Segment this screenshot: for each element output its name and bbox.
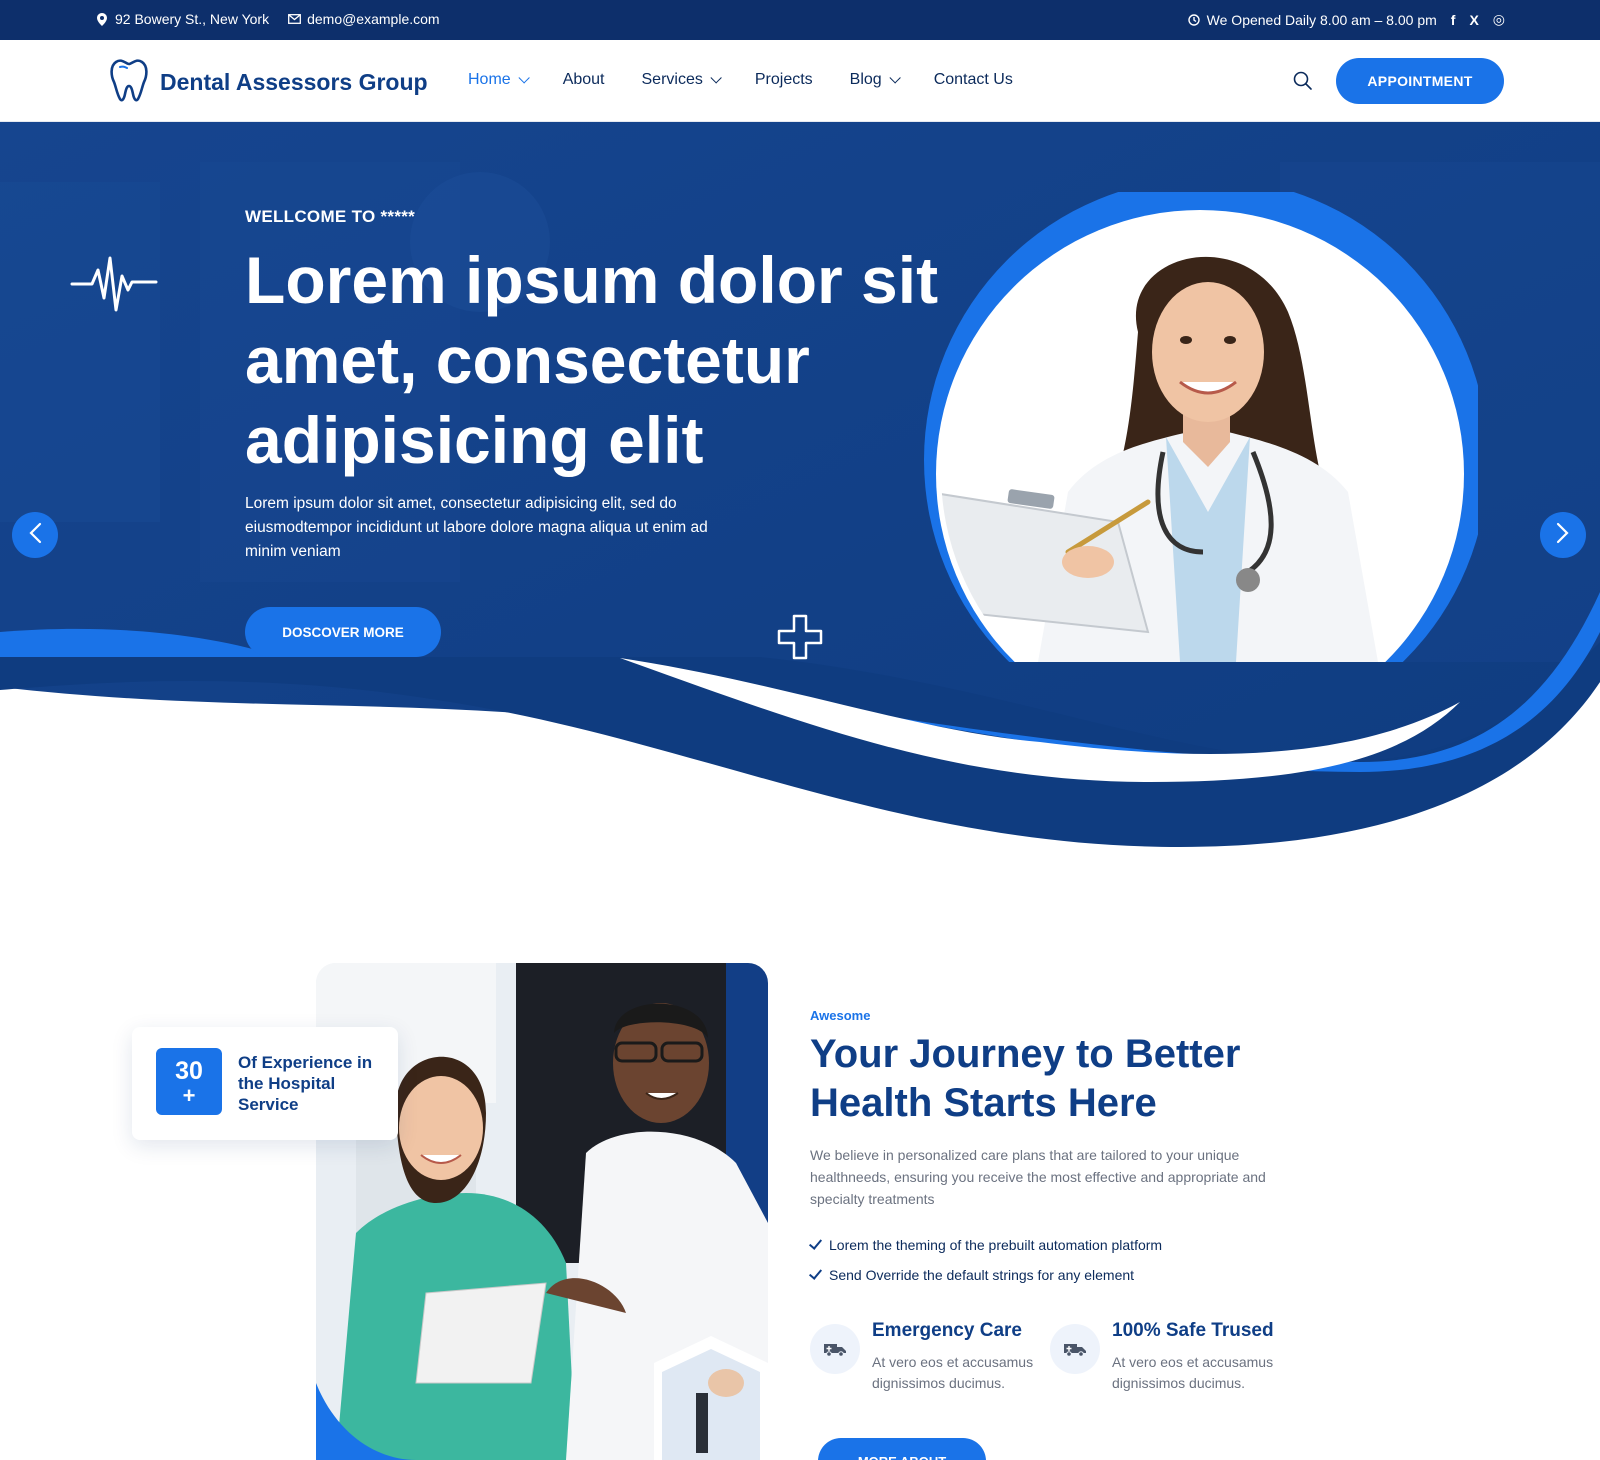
address-info: 92 Bowery St., New York [95, 11, 269, 27]
brand-logo[interactable]: Dental Assessors Group [108, 58, 428, 107]
address-text: 92 Bowery St., New York [115, 11, 270, 27]
check-item: Lorem the theming of the prebuilt automa… [808, 1230, 1163, 1260]
nav-blog-label: Blog [849, 71, 882, 88]
search-icon[interactable] [1293, 71, 1315, 93]
email-link[interactable]: demo@example.com [307, 11, 440, 27]
nav-services-label: Services [641, 71, 703, 88]
hours-text: We Opened Daily 8.00 am – 8.00 pm [1206, 11, 1437, 28]
chevron-down-icon [710, 72, 722, 84]
hero-subtitle: Lorem ipsum dolor sit amet, consectetur … [245, 495, 708, 560]
hero-slider: WELLCOME TO ***** Lorem ipsum dolor sit … [0, 122, 1600, 860]
nav-home[interactable]: Home [468, 71, 530, 89]
experience-text: Of Experience in the Hospital Service [238, 1053, 373, 1114]
check-item: Send Override the default strings for an… [808, 1260, 1162, 1290]
hours-info: We Opened Daily 8.00 am – 8.00 pm [1187, 12, 1437, 28]
brand-name: Dental Assessors Group [160, 69, 428, 95]
nav-services[interactable]: Services [641, 71, 722, 89]
nav-contact[interactable]: Contact Us [934, 71, 1013, 89]
nav-projects-label: Projects [754, 71, 813, 88]
slider-prev-button[interactable] [12, 512, 58, 558]
experience-card: 30 + Of Experience in the Hospital Servi… [132, 1027, 398, 1140]
ambulance-icon [810, 1324, 860, 1374]
experience-plus: + [182, 1083, 196, 1108]
ambulance-icon [1050, 1324, 1100, 1374]
x-twitter-icon[interactable]: X [1469, 12, 1478, 28]
email-info[interactable]: demo@example.com [287, 11, 440, 27]
clock-icon [1187, 13, 1201, 27]
section-tag: Awesome [810, 1008, 871, 1023]
check-text: Lorem the theming of the prebuilt automa… [829, 1237, 1163, 1253]
nav-home-label: Home [468, 71, 511, 88]
facebook-icon[interactable]: f [1451, 12, 1456, 28]
chevron-down-icon [518, 72, 530, 84]
chevron-down-icon [889, 72, 901, 84]
appointment-button[interactable]: APPOINTMENT [1336, 58, 1504, 104]
check-icon [808, 1236, 823, 1250]
tooth-icon [108, 58, 150, 107]
mail-icon [287, 12, 301, 26]
nav-about-label: About [562, 71, 605, 88]
section-title: Your Journey to Better Health Starts Her… [810, 1032, 1241, 1125]
feature-title: Emergency Care [872, 1320, 1022, 1341]
experience-number: 30 [175, 1057, 203, 1085]
chevron-left-icon [28, 522, 42, 549]
slider-next-button[interactable] [1540, 512, 1586, 558]
heartbeat-icon [70, 252, 158, 321]
main-nav: Home About Services Projects Blog Contac… [468, 71, 1050, 89]
discover-more-button[interactable]: DOSCOVER MORE [245, 607, 441, 657]
hero-title: Lorem ipsum dolor sit amet, consectetur … [245, 243, 939, 477]
instagram-icon[interactable]: ◎ [1493, 11, 1505, 28]
feature-text: At vero eos et accusamus dignissimos duc… [872, 1354, 1034, 1391]
nav-about[interactable]: About [563, 71, 605, 89]
check-text: Send Override the default strings for an… [829, 1267, 1135, 1283]
section-description: We believe in personalized care plans th… [810, 1147, 1266, 1207]
feature-text: At vero eos et accusamus dignissimos duc… [1112, 1354, 1274, 1391]
check-icon [808, 1266, 823, 1280]
top-bar: 92 Bowery St., New York demo@example.com… [0, 0, 1600, 40]
nav-blog[interactable]: Blog [849, 71, 901, 89]
location-pin-icon [95, 12, 109, 26]
hero-doctor-image [918, 178, 1488, 742]
experience-badge: 30 + [156, 1048, 222, 1115]
site-header: Dental Assessors Group Home About Servic… [0, 40, 1600, 122]
check-list: Lorem the theming of the prebuilt automa… [808, 1230, 1163, 1290]
more-about-button[interactable]: MORE ABOUT [818, 1438, 986, 1460]
chevron-right-icon [1556, 522, 1570, 549]
hero-eyebrow: WELLCOME TO ***** [245, 207, 416, 226]
feature-title: 100% Safe Trused [1112, 1320, 1274, 1341]
nav-contact-label: Contact Us [933, 71, 1013, 88]
nav-projects[interactable]: Projects [755, 71, 813, 89]
medical-cross-icon [777, 614, 823, 665]
